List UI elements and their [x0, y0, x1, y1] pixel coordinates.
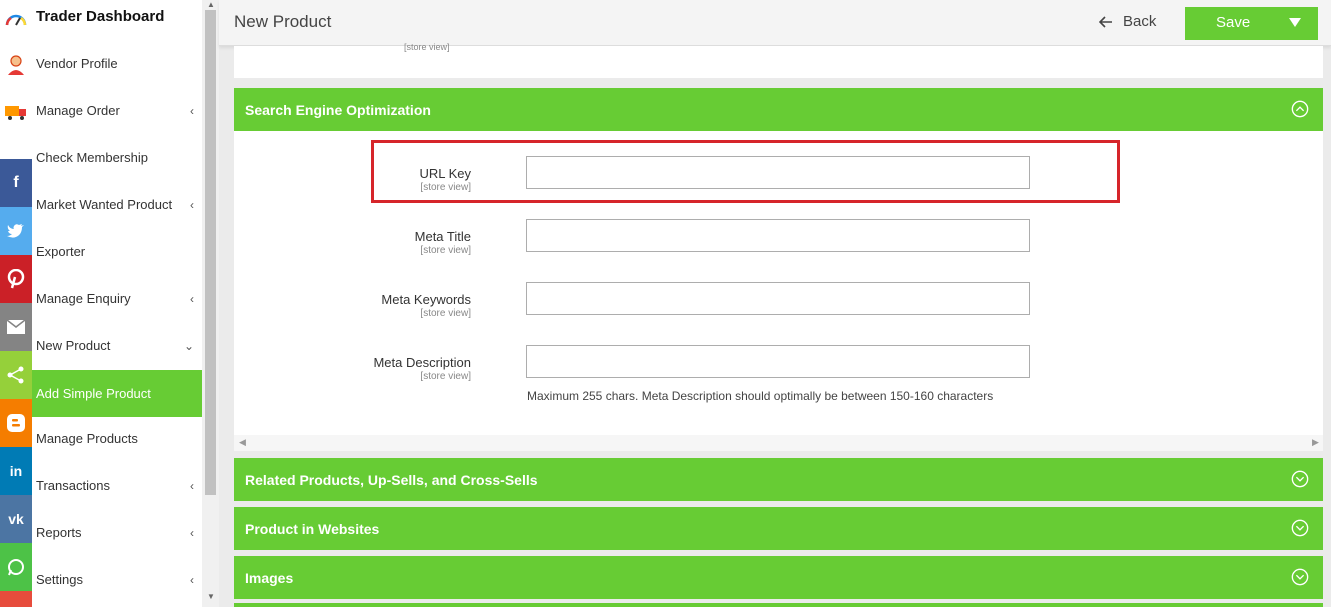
meta-keywords-label: Meta Keywords — [381, 292, 471, 307]
sidebar-item-manage-order[interactable]: Manage Order ‹ — [0, 87, 202, 134]
next-section-header-edge — [234, 603, 1323, 607]
email-icon — [7, 320, 25, 334]
meta-description-hint: Maximum 255 chars. Meta Description shou… — [527, 389, 994, 403]
scroll-left-arrow-icon[interactable]: ◀ — [239, 437, 246, 448]
chevron-down-circle-icon[interactable] — [1291, 519, 1309, 537]
sidebar-item-label: Manage Products — [36, 431, 138, 446]
chevron-left-icon: ‹ — [190, 103, 194, 118]
meta-description-scope: [store view] — [420, 371, 471, 382]
more-share-button[interactable] — [0, 591, 32, 607]
chevron-left-icon: ‹ — [190, 478, 194, 493]
section-header-seo[interactable]: Search Engine Optimization — [234, 88, 1323, 131]
sidebar-item-label: Exporter — [36, 244, 86, 259]
sidebar-item-label: Manage Order — [36, 103, 120, 118]
share-icon — [7, 366, 24, 384]
pinterest-icon — [7, 269, 25, 289]
sidebar-item-label: New Product — [36, 338, 111, 353]
save-label: Save — [1216, 14, 1251, 31]
blogger-share-button[interactable] — [0, 399, 32, 447]
twitter-share-button[interactable] — [0, 207, 32, 255]
seo-section-body: URL Key [store view] Meta Title [store v… — [234, 131, 1323, 435]
meta-description-input[interactable] — [526, 345, 1030, 378]
meta-keywords-input[interactable] — [526, 282, 1030, 315]
blogger-icon — [7, 414, 25, 432]
meta-title-label: Meta Title — [414, 229, 471, 244]
facebook-share-button[interactable]: f — [0, 159, 32, 207]
section-title: Search Engine Optimization — [245, 102, 431, 118]
page-title: New Product — [234, 12, 332, 31]
section-header-product-in-websites[interactable]: Product in Websites — [234, 507, 1323, 550]
back-button[interactable]: Back — [1099, 13, 1156, 30]
chevron-left-icon: ‹ — [190, 291, 194, 306]
delivery-truck-icon — [5, 105, 26, 120]
field-scope: [store view] — [404, 42, 450, 52]
section-header-images[interactable]: Images — [234, 556, 1323, 599]
vk-icon: vk — [8, 511, 24, 527]
linkedin-icon: in — [9, 463, 23, 479]
chevron-left-icon: ‹ — [190, 197, 194, 212]
url-key-label: URL Key — [419, 166, 471, 181]
dashboard-gauge-icon — [5, 14, 27, 26]
url-key-scope: [store view] — [420, 182, 471, 193]
section-title: Related Products, Up-Sells, and Cross-Se… — [245, 472, 538, 488]
section-title: Images — [245, 570, 294, 586]
url-key-input[interactable] — [526, 156, 1030, 189]
chevron-down-icon: ⌄ — [183, 338, 194, 353]
vendor-avatar-icon — [8, 54, 24, 75]
sidebar-item-label: Manage Enquiry — [36, 291, 131, 306]
facebook-icon: f — [13, 174, 19, 191]
arrow-left-icon — [1099, 15, 1112, 28]
sidebar-item-vendor-profile[interactable]: Vendor Profile — [0, 40, 202, 87]
scroll-down-arrow-icon[interactable]: ▼ — [207, 592, 215, 601]
whatsapp-icon — [8, 559, 24, 576]
pinterest-share-button[interactable] — [0, 255, 32, 303]
vk-share-button[interactable]: vk — [0, 495, 32, 543]
meta-title-input[interactable] — [526, 219, 1030, 252]
linkedin-share-button[interactable]: in — [0, 447, 32, 495]
brand-title: Trader Dashboard — [36, 8, 165, 25]
save-button[interactable]: Save — [1185, 7, 1318, 40]
chevron-up-circle-icon[interactable] — [1291, 100, 1309, 118]
horizontal-scrollbar[interactable]: ◀ ▶ — [234, 435, 1323, 451]
scroll-right-arrow-icon[interactable]: ▶ — [1312, 437, 1319, 448]
caret-down-icon[interactable] — [1289, 18, 1301, 27]
scroll-up-arrow-icon[interactable]: ▲ — [207, 0, 215, 9]
previous-section-body: [store view] — [234, 42, 1323, 78]
chevron-down-circle-icon[interactable] — [1291, 568, 1309, 586]
email-share-button[interactable] — [0, 303, 32, 351]
scrollbar-thumb[interactable] — [205, 10, 216, 495]
sidebar-item-label: Settings — [36, 572, 83, 587]
meta-title-scope: [store view] — [420, 245, 471, 256]
brand[interactable]: Trader Dashboard — [0, 0, 202, 36]
meta-keywords-scope: [store view] — [420, 308, 471, 319]
sidebar-item-label: Reports — [36, 525, 82, 540]
sidebar-item-label: Add Simple Product — [36, 386, 151, 401]
meta-description-label: Meta Description — [373, 355, 471, 370]
back-label: Back — [1123, 13, 1157, 30]
sidebar-item-label: Check Membership — [36, 150, 148, 165]
sidebar-item-label: Vendor Profile — [36, 56, 118, 71]
share-button[interactable] — [0, 351, 32, 399]
chevron-left-icon: ‹ — [190, 572, 194, 587]
chevron-down-circle-icon[interactable] — [1291, 470, 1309, 488]
sidebar-item-label: Market Wanted Product — [36, 197, 173, 212]
sidebar-item-label: Transactions — [36, 478, 110, 493]
sidebar-scrollbar[interactable]: ▲ ▼ — [202, 0, 219, 607]
whatsapp-share-button[interactable] — [0, 543, 32, 591]
section-title: Product in Websites — [245, 521, 380, 537]
twitter-icon — [7, 224, 24, 238]
chevron-left-icon: ‹ — [190, 525, 194, 540]
page-header: New Product Back Save — [219, 0, 1331, 46]
section-header-related-products[interactable]: Related Products, Up-Sells, and Cross-Se… — [234, 458, 1323, 501]
